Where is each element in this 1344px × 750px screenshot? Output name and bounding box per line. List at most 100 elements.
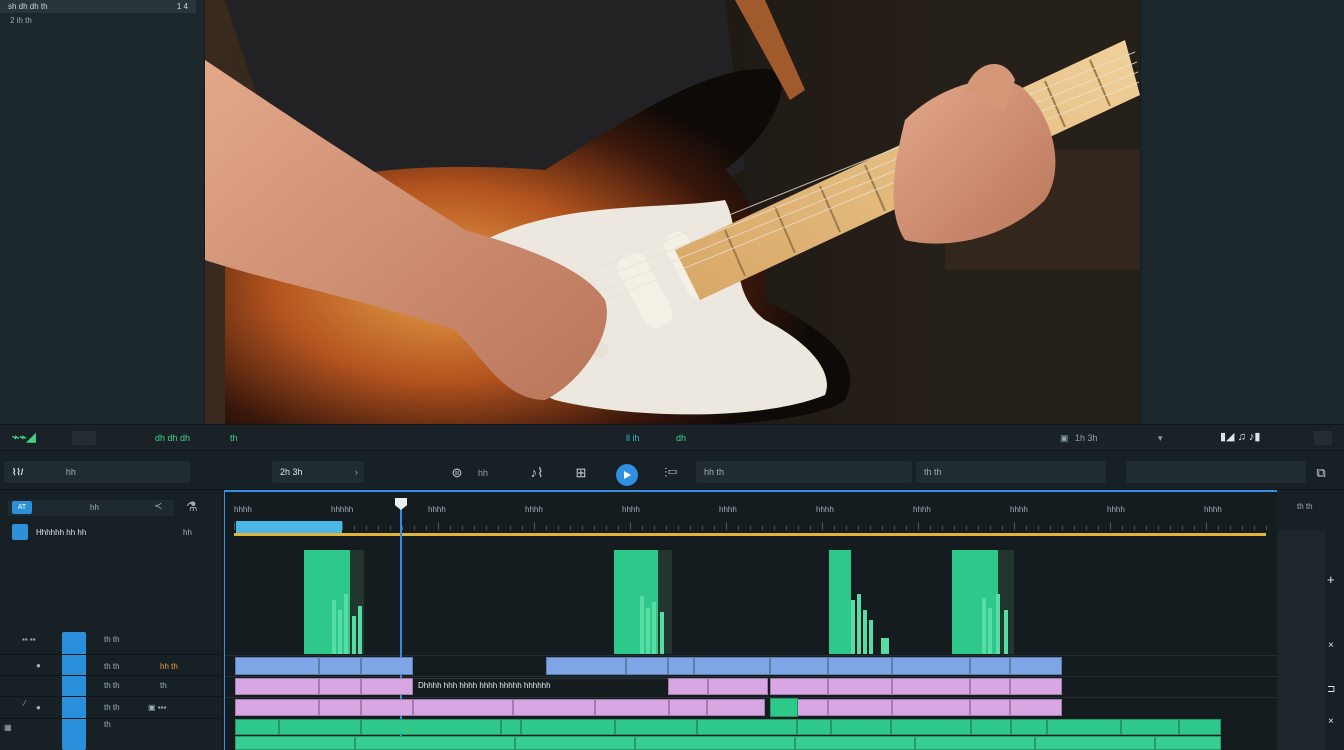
- caption-clip[interactable]: Dhhhh hhh hhhh hhhh hhhhh hhhhhh: [414, 678, 668, 695]
- toolbar-right-label[interactable]: th: [230, 431, 238, 445]
- video-clip[interactable]: [828, 657, 892, 675]
- mixer-icon[interactable]: ⚗: [186, 499, 198, 515]
- play-button[interactable]: [616, 464, 638, 486]
- video-clip[interactable]: [319, 657, 361, 675]
- audio-waveform-clip[interactable]: [829, 550, 889, 654]
- selected-region[interactable]: [236, 521, 342, 533]
- audio-clip[interactable]: [235, 719, 279, 735]
- video-clip[interactable]: [235, 657, 319, 675]
- waveform-icon[interactable]: ♪⌇: [526, 462, 548, 484]
- effects-field[interactable]: th th: [916, 461, 1106, 483]
- audio-clip[interactable]: [797, 719, 831, 735]
- title-clip[interactable]: [595, 699, 669, 716]
- clip-selector[interactable]: 2h 3h ›: [272, 461, 364, 483]
- audio-clip[interactable]: [235, 736, 355, 750]
- track-selector[interactable]: ⌇⌇/ hh: [4, 461, 190, 483]
- title-clip[interactable]: [707, 699, 765, 716]
- video-clip[interactable]: [770, 657, 828, 675]
- share-icon[interactable]: ≺: [154, 501, 162, 512]
- title-clip[interactable]: [361, 678, 413, 695]
- row4-mark-icon[interactable]: ⁄: [24, 699, 25, 708]
- video-clip[interactable]: [546, 657, 626, 675]
- collapse-button[interactable]: [1314, 431, 1332, 445]
- dropdown-chevron-icon[interactable]: ▾: [1158, 431, 1163, 445]
- title-clip[interactable]: [970, 678, 1010, 695]
- title-clip[interactable]: [828, 699, 892, 716]
- title-clip[interactable]: [413, 699, 513, 716]
- audio-clip[interactable]: [831, 719, 891, 735]
- audio-clip[interactable]: [1011, 719, 1047, 735]
- title-clip[interactable]: [669, 699, 707, 716]
- zoom-in-icon[interactable]: +: [1327, 572, 1335, 587]
- audio-clip[interactable]: [770, 698, 798, 717]
- audio-clip[interactable]: [1155, 736, 1221, 750]
- audio-waveform-clip[interactable]: [304, 550, 364, 654]
- audio-clip[interactable]: [515, 736, 635, 750]
- audio-clip[interactable]: [635, 736, 795, 750]
- video-clip[interactable]: [970, 657, 1010, 675]
- audio-clip[interactable]: [615, 719, 697, 735]
- audio-clip[interactable]: [795, 736, 915, 750]
- row5-icon[interactable]: ▦: [4, 723, 12, 732]
- title-clip[interactable]: [235, 699, 319, 716]
- toolbar-left-label[interactable]: dh dh dh: [155, 431, 190, 445]
- mode-label[interactable]: dh: [676, 431, 686, 445]
- video-clip[interactable]: [1010, 657, 1062, 675]
- title-clip[interactable]: [970, 699, 1010, 716]
- audio-clip[interactable]: [915, 736, 1035, 750]
- title-clip[interactable]: [1010, 678, 1062, 695]
- audio-waveform-clip[interactable]: [614, 550, 672, 654]
- row2-dot-icon[interactable]: ●: [36, 661, 41, 670]
- title-clip[interactable]: [668, 678, 708, 695]
- title-clip[interactable]: [361, 699, 413, 716]
- toggle-button[interactable]: [72, 431, 96, 445]
- audio-clip[interactable]: [1179, 719, 1221, 735]
- close-icon[interactable]: ×: [1328, 640, 1334, 651]
- video-clip[interactable]: [892, 657, 970, 675]
- track-chip[interactable]: AT: [12, 501, 32, 514]
- snap-icon[interactable]: ▣: [1060, 431, 1069, 445]
- edit-tools-icon[interactable]: ▮◢ ♫ ♪▮: [1220, 430, 1260, 444]
- split-icon[interactable]: ⫶▭: [660, 462, 682, 484]
- title-clip[interactable]: [235, 678, 319, 695]
- audio-clip[interactable]: [891, 719, 971, 735]
- video-clip[interactable]: [694, 657, 770, 675]
- row4-dot-icon[interactable]: ●: [36, 703, 41, 712]
- title-clip[interactable]: [319, 699, 361, 716]
- zoom-label[interactable]: 1h 3h: [1075, 431, 1098, 445]
- audio-clip[interactable]: [971, 719, 1011, 735]
- title-clip[interactable]: [1010, 699, 1062, 716]
- track-color-chip[interactable]: [12, 524, 28, 540]
- audio-waveform-clip[interactable]: [952, 550, 1014, 654]
- track-selection-column[interactable]: [62, 632, 86, 750]
- audio-clip[interactable]: [1047, 719, 1121, 735]
- title-clip[interactable]: [770, 678, 828, 695]
- video-clip[interactable]: [626, 657, 668, 675]
- timeline-area[interactable]: hhhh hhhhh hhhh hhhh hhhh hhhh hhhh hhhh hhhh hhh…: [224, 490, 1277, 750]
- audio-clip[interactable]: [355, 736, 515, 750]
- audio-clip[interactable]: [501, 719, 521, 735]
- audio-clip[interactable]: [361, 719, 501, 735]
- title-clip[interactable]: [513, 699, 595, 716]
- time-ruler[interactable]: hhhh hhhhh hhhh hhhh hhhh hhhh hhhh hhhh hhhh hhh…: [224, 490, 1277, 530]
- work-range-bar[interactable]: [234, 533, 1266, 536]
- title-clip[interactable]: [892, 678, 970, 695]
- record-icon[interactable]: ⊜: [446, 462, 468, 484]
- title-clip[interactable]: [828, 678, 892, 695]
- video-clip[interactable]: [361, 657, 413, 675]
- audio-clip[interactable]: [1121, 719, 1179, 735]
- video-clip[interactable]: [668, 657, 694, 675]
- expand-icon[interactable]: ⧉: [1310, 462, 1332, 484]
- audio-clip[interactable]: [697, 719, 797, 735]
- audio-clip[interactable]: [279, 719, 361, 735]
- title-clip[interactable]: [319, 678, 361, 695]
- blank-field[interactable]: [1126, 461, 1306, 483]
- marker-field[interactable]: hh th: [696, 461, 912, 483]
- title-clip[interactable]: [708, 678, 768, 695]
- audio-clip[interactable]: [521, 719, 615, 735]
- title-clip[interactable]: [892, 699, 970, 716]
- link-icon[interactable]: ⊐: [1327, 684, 1335, 695]
- grid-icon[interactable]: ⊞: [570, 462, 592, 484]
- remove-icon[interactable]: ×: [1328, 716, 1334, 727]
- video-preview[interactable]: [205, 0, 1140, 424]
